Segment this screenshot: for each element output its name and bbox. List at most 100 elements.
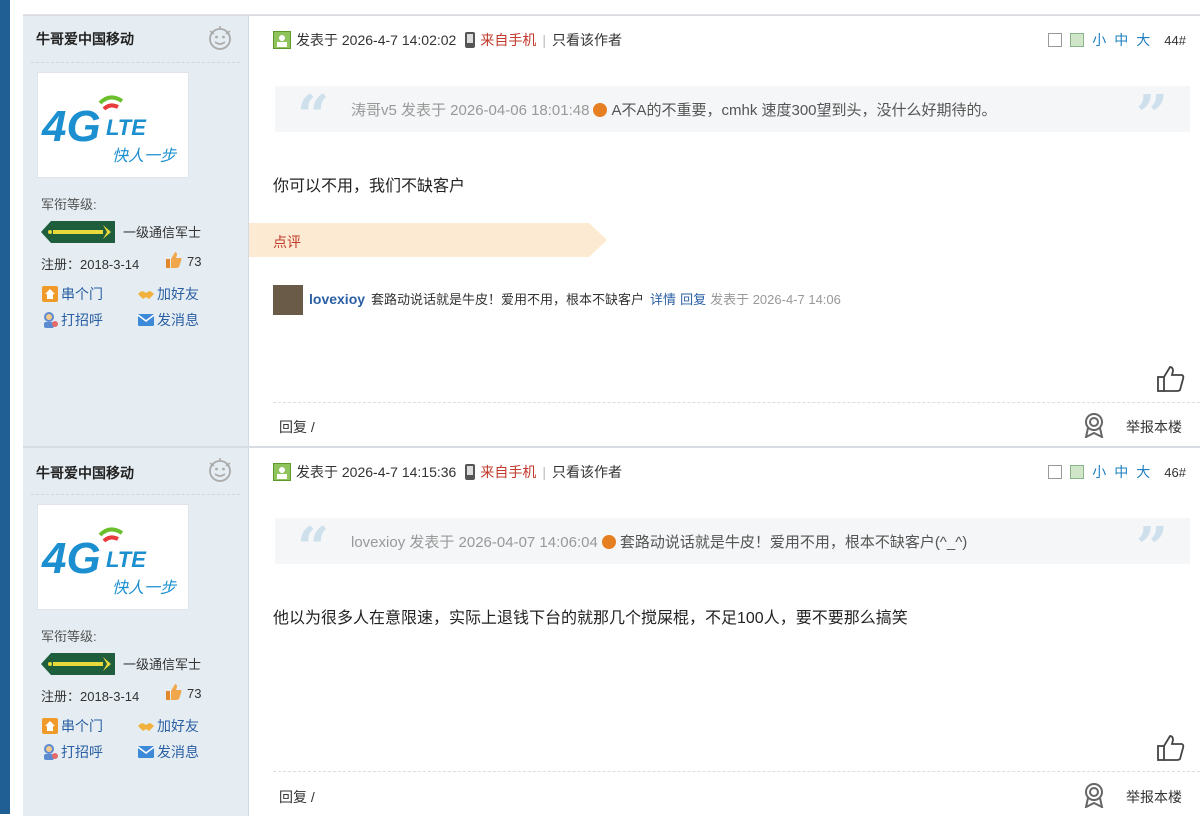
visit-button[interactable]: 串个门 <box>41 284 103 304</box>
avatar-lte-text: LTE <box>106 547 147 572</box>
like-icon[interactable] <box>1156 733 1186 763</box>
like-icon[interactable] <box>1156 364 1186 394</box>
floor-number: 44# <box>1164 32 1186 48</box>
greet-icon <box>44 312 58 328</box>
font-mid-button[interactable]: 中 <box>1114 30 1128 50</box>
floor-number: 46# <box>1164 464 1186 480</box>
phone-icon <box>465 464 476 480</box>
visit-button[interactable]: 串个门 <box>41 716 103 736</box>
username[interactable]: 牛哥爱中国移动 <box>36 29 134 49</box>
user-sidebar: 牛哥爱中国移动 4G LTE 快人一步 军衔等级: 一级通信军士 注册：2018… <box>23 448 249 816</box>
username[interactable]: 牛哥爱中国移动 <box>36 463 134 483</box>
register-date: 注册：2018-3-14 <box>41 257 140 272</box>
rank-label: 军衔等级: <box>41 197 97 212</box>
report-floor-button[interactable]: 举报本楼 <box>1126 787 1182 807</box>
open-quote-icon: “ <box>297 515 330 581</box>
rank-name: 一级通信军士 <box>123 657 202 672</box>
user-score: 73 <box>187 254 202 269</box>
greet-button[interactable]: 打招呼 <box>41 310 103 330</box>
quote-meta: 涛哥v5 发表于 2026-04-06 18:01:48 <box>351 102 590 119</box>
quote-jump-icon[interactable] <box>593 103 608 117</box>
commenter-avatar[interactable] <box>273 285 303 315</box>
from-mobile-link[interactable]: 来自手机 <box>480 30 536 50</box>
previous-post-bottom <box>23 0 1200 15</box>
quote-jump-icon[interactable] <box>601 535 616 549</box>
from-mobile-link[interactable]: 来自手机 <box>480 462 536 482</box>
avatar-slogan: 快人一步 <box>112 146 178 165</box>
user-avatar[interactable]: 4G LTE 快人一步 <box>37 72 189 178</box>
commenter-name[interactable]: lovexioy <box>309 291 365 307</box>
avatar-4g-text: 4G <box>41 102 101 151</box>
font-color-white-box[interactable] <box>1048 33 1063 47</box>
quote-text: A不A的不重要，cmhk 速度300望到头，没什么好期待的。 <box>611 102 997 119</box>
post-floor-46: 牛哥爱中国移动 4G LTE 快人一步 军衔等级: 一级通信军士 注册：2018… <box>23 446 1200 816</box>
font-small-button[interactable]: 小 <box>1092 30 1106 50</box>
post-body: 他以为很多人在意限速，实际上退钱下台的就那几个搅屎棍，不足100人，要不要那么搞… <box>273 610 908 627</box>
quote-text: 套路动说话就是牛皮！爱用不用，根本不缺客户(^_^) <box>619 534 968 551</box>
font-big-button[interactable]: 大 <box>1136 462 1150 482</box>
handshake-icon <box>138 291 154 299</box>
font-color-white-box[interactable] <box>1048 465 1063 479</box>
post-header-tools: 小 中 大 46# <box>1048 462 1186 482</box>
avatar-slogan: 快人一步 <box>112 578 178 597</box>
font-mid-button[interactable]: 中 <box>1114 462 1128 482</box>
only-author-link[interactable]: 只看该作者 <box>552 462 622 482</box>
phone-icon <box>465 32 476 48</box>
close-quote-icon: ” <box>1135 83 1168 149</box>
post-content: 发表于 2026-4-7 14:02:02 来自手机 | 只看该作者 小 中 大… <box>249 16 1200 446</box>
post-time: 发表于 2026-4-7 14:15:36 <box>296 464 457 480</box>
rank-badge-icon <box>41 653 115 675</box>
quote-meta: lovexioy 发表于 2026-04-07 14:06:04 <box>351 534 598 551</box>
review-ribbon <box>249 223 607 257</box>
review-label: 点评 <box>273 234 301 250</box>
font-color-green-box[interactable] <box>1070 33 1085 47</box>
font-big-button[interactable]: 大 <box>1136 30 1150 50</box>
post-header-tools: 小 中 大 44# <box>1048 30 1186 50</box>
user-score: 73 <box>187 686 202 701</box>
report-floor-button[interactable]: 举报本楼 <box>1126 417 1182 437</box>
mail-icon <box>137 746 155 758</box>
thumbs-up-icon <box>166 252 182 268</box>
comment-detail-link[interactable]: 详情 <box>650 292 676 307</box>
quote-block: “ 涛哥v5 发表于 2026-04-06 18:01:48 A不A的不重要，cm… <box>275 86 1190 144</box>
post-content: 发表于 2026-4-7 14:15:36 来自手机 | 只看该作者 小 中 大… <box>249 448 1200 816</box>
add-friend-button[interactable]: 加好友 <box>137 716 199 736</box>
handshake-icon <box>138 723 154 731</box>
reply-button[interactable]: 回复 / <box>279 417 315 437</box>
send-message-button[interactable]: 发消息 <box>137 310 199 330</box>
comment-reply-link[interactable]: 回复 <box>680 292 706 307</box>
rank-badge-icon <box>41 221 115 243</box>
quote-block: “ lovexioy 发表于 2026-04-07 14:06:04 套路动说话就… <box>275 518 1190 576</box>
user-avatar[interactable]: 4G LTE 快人一步 <box>37 504 189 610</box>
greet-button[interactable]: 打招呼 <box>41 742 103 762</box>
font-color-green-box[interactable] <box>1070 465 1085 479</box>
report-icon[interactable] <box>1082 412 1106 438</box>
post-time: 发表于 2026-4-7 14:02:02 <box>296 32 457 48</box>
post-floor-44: 牛哥爱中国移动 4G LTE 快人一步 军衔等级: 一级通信军士 注册：2018… <box>23 15 1200 446</box>
register-date: 注册：2018-3-14 <box>41 689 140 704</box>
comment-text: 套路动说话就是牛皮！爱用不用，根本不缺客户 <box>371 292 645 307</box>
avatar-lte-text: LTE <box>106 115 147 140</box>
open-quote-icon: “ <box>297 83 330 149</box>
greet-icon <box>44 744 58 760</box>
home-icon <box>42 286 58 302</box>
post-icon <box>273 463 291 481</box>
post-body: 你可以不用，我们不缺客户 <box>273 178 466 195</box>
send-message-button[interactable]: 发消息 <box>137 742 199 762</box>
left-edge-bar <box>0 0 10 814</box>
mail-icon <box>137 314 155 326</box>
reply-button[interactable]: 回复 / <box>279 787 315 807</box>
rank-label: 军衔等级: <box>41 629 97 644</box>
user-status-icon[interactable] <box>206 457 234 485</box>
only-author-link[interactable]: 只看该作者 <box>552 30 622 50</box>
user-status-icon[interactable] <box>206 25 234 53</box>
user-sidebar: 牛哥爱中国移动 4G LTE 快人一步 军衔等级: 一级通信军士 注册：2018… <box>23 16 249 446</box>
report-icon[interactable] <box>1082 782 1106 808</box>
avatar-4g-text: 4G <box>41 534 101 583</box>
close-quote-icon: ” <box>1135 515 1168 581</box>
home-icon <box>42 718 58 734</box>
post-icon <box>273 31 291 49</box>
add-friend-button[interactable]: 加好友 <box>137 284 199 304</box>
comment-time: 发表于 2026-4-7 14:06 <box>710 292 841 307</box>
font-small-button[interactable]: 小 <box>1092 462 1106 482</box>
